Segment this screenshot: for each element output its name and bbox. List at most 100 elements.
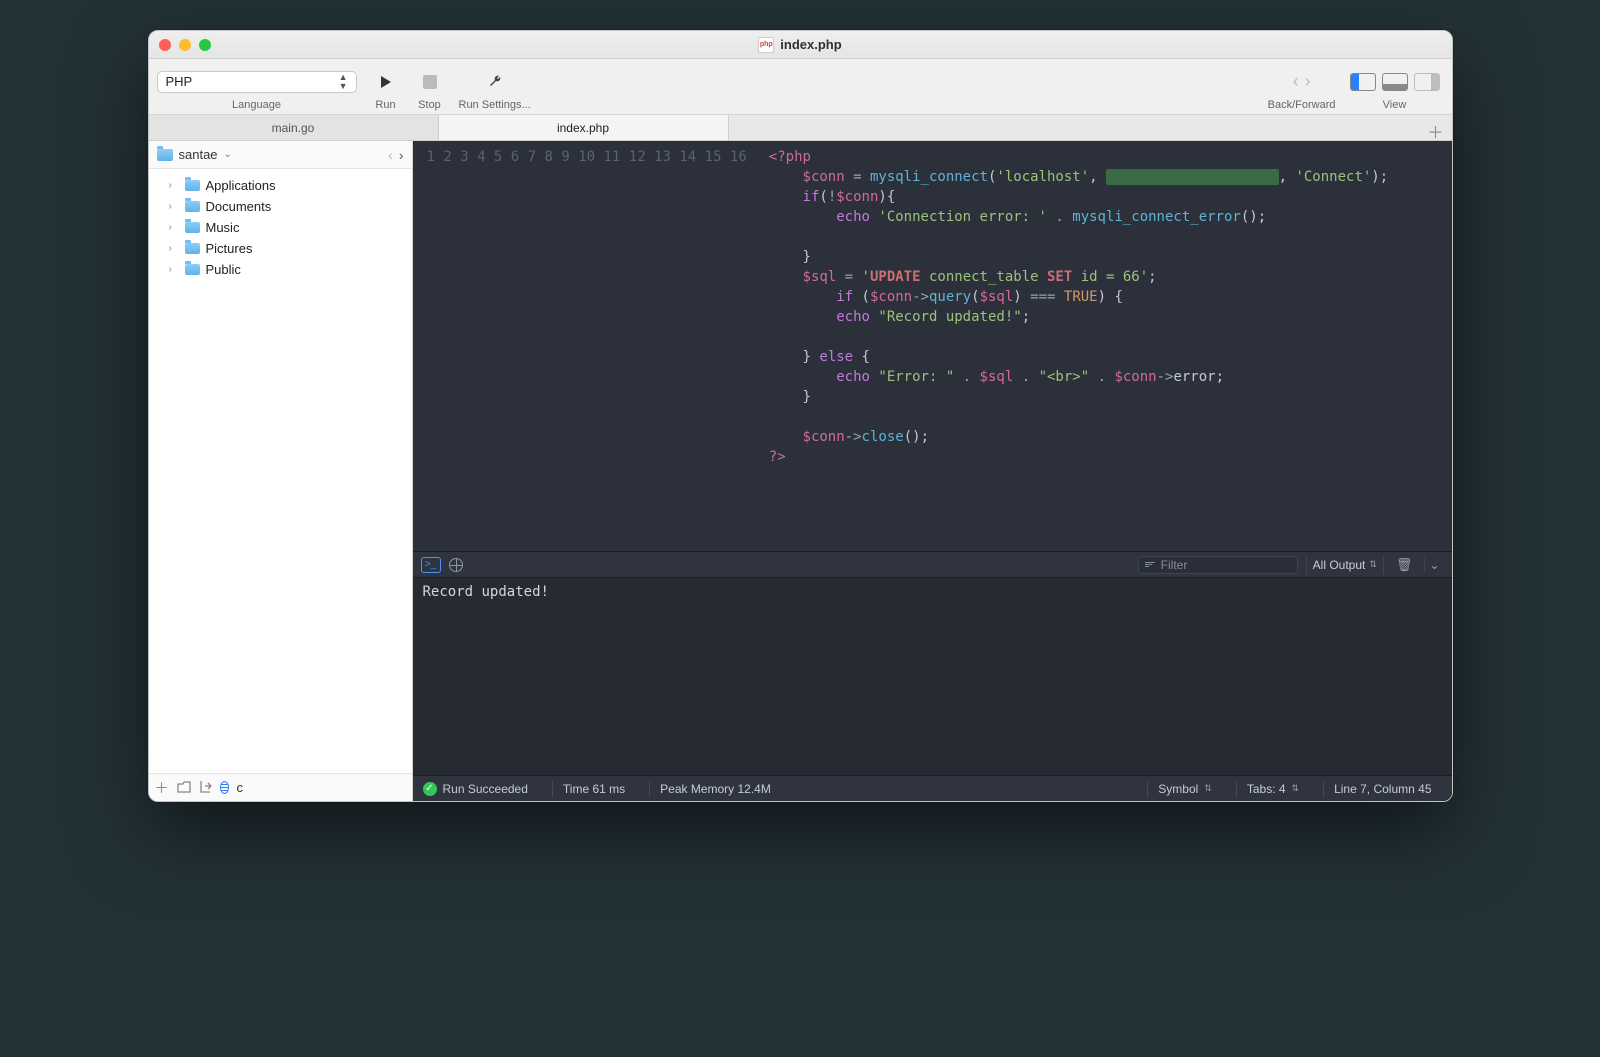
status-tabs-label: Tabs: 4 [1247, 782, 1286, 796]
tab-bar-empty: ＋ [729, 115, 1452, 140]
console-menu-button[interactable]: ⌄ [1424, 558, 1443, 572]
clear-console-button[interactable]: 🗑 [1392, 557, 1417, 573]
run-button[interactable] [371, 67, 401, 97]
folder-icon [185, 264, 200, 275]
web-icon[interactable] [449, 558, 463, 572]
folder-icon [185, 243, 200, 254]
view-toggle[interactable] [1350, 67, 1440, 97]
file-browser-sidebar: santae ⌄ ‹ › › Applications › Documents › Mus… [149, 141, 413, 801]
folder-icon [185, 180, 200, 191]
language-select[interactable]: PHP ▲▼ [157, 71, 357, 93]
forward-icon[interactable]: › [1305, 71, 1311, 92]
sidebar-root-name: santae [179, 147, 218, 162]
sidebar-item-label: Applications [206, 178, 276, 193]
console-output-text: Record updated! [423, 584, 549, 600]
stop-button[interactable] [415, 67, 445, 97]
editor-area: 1 2 3 4 5 6 7 8 9 10 11 12 13 14 15 16 <… [413, 141, 1452, 801]
sidebar-item-label: Documents [206, 199, 272, 214]
tabs-row: main.go index.php ＋ [149, 115, 1452, 141]
chevron-down-icon: ⌄ [224, 149, 232, 160]
php-file-icon: php [758, 37, 774, 53]
close-window-button[interactable] [159, 39, 171, 51]
console-toolbar: >_ Filter All Output ⇅ [413, 552, 1452, 578]
sidebar-footer: ＋ ✕ [149, 773, 412, 801]
status-bar: ✓ Run Succeeded Time 61 ms Peak Memory 1… [413, 775, 1452, 801]
disclosure-icon: › [169, 264, 179, 275]
sidebar-item[interactable]: › Music [149, 217, 412, 238]
language-select-value: PHP [166, 74, 193, 89]
run-settings-button[interactable] [480, 67, 510, 97]
tab-active-file[interactable]: index.php [439, 115, 729, 140]
import-button[interactable] [199, 780, 212, 796]
run-label: Run [375, 99, 395, 111]
add-file-button[interactable]: ＋ [155, 778, 169, 798]
sidebar-item[interactable]: › Pictures [149, 238, 412, 259]
tab-other-file-label: main.go [272, 121, 315, 135]
status-memory: Peak Memory 12.4M [660, 782, 771, 796]
disclosure-icon: › [169, 180, 179, 191]
chevron-updown-icon: ▲▼ [339, 73, 348, 91]
view-right-panel-icon[interactable] [1414, 73, 1440, 91]
new-folder-button[interactable] [177, 780, 191, 796]
new-tab-button[interactable]: ＋ [1427, 119, 1443, 143]
window-title-text: index.php [780, 37, 841, 52]
chevron-updown-icon: ⇅ [1369, 559, 1377, 570]
toolbar: PHP ▲▼ Language Run Stop Run Settings... [149, 59, 1452, 115]
success-icon: ✓ [423, 782, 437, 796]
sidebar-forward-button[interactable]: › [399, 147, 404, 163]
minimize-window-button[interactable] [179, 39, 191, 51]
view-bottom-panel-icon[interactable] [1382, 73, 1408, 91]
stop-icon [423, 75, 437, 89]
console-output-select-value: All Output [1313, 558, 1366, 572]
code-editor[interactable]: 1 2 3 4 5 6 7 8 9 10 11 12 13 14 15 16 <… [413, 141, 1452, 551]
stop-label: Stop [418, 99, 441, 111]
status-symbol-select[interactable]: Symbol ⇅ [1147, 781, 1222, 797]
disclosure-icon: › [169, 243, 179, 254]
play-icon [378, 74, 394, 90]
app-window: php index.php PHP ▲▼ Language Run Stop [148, 30, 1453, 802]
sidebar-item-label: Public [206, 262, 241, 277]
tab-other-file[interactable]: main.go [149, 115, 439, 140]
line-number-gutter: 1 2 3 4 5 6 7 8 9 10 11 12 13 14 15 16 [413, 141, 757, 551]
titlebar: php index.php [149, 31, 1452, 59]
console-filter-placeholder: Filter [1161, 558, 1188, 572]
status-symbol-label: Symbol [1158, 782, 1198, 796]
filter-icon[interactable] [220, 781, 229, 794]
folder-icon [185, 201, 200, 212]
chevron-updown-icon: ⇅ [1204, 783, 1212, 794]
console-output-select[interactable]: All Output ⇅ [1306, 556, 1384, 574]
sidebar-item[interactable]: › Public [149, 259, 412, 280]
wrench-icon [487, 74, 503, 90]
run-settings-label: Run Settings... [459, 99, 531, 111]
code-content[interactable]: <?php $conn = mysqli_connect('localhost'… [757, 141, 1452, 551]
console-panel: >_ Filter All Output ⇅ [413, 551, 1452, 801]
console-output: Record updated! [413, 578, 1452, 775]
status-run: Run Succeeded [443, 782, 528, 796]
sidebar-item[interactable]: › Applications [149, 175, 412, 196]
disclosure-icon: › [169, 201, 179, 212]
sidebar-back-button[interactable]: ‹ [388, 147, 393, 163]
status-cursor: Line 7, Column 45 [1334, 782, 1431, 796]
sidebar-filter-input[interactable] [237, 780, 413, 795]
back-forward-label: Back/Forward [1268, 99, 1336, 111]
sidebar-item-label: Pictures [206, 241, 253, 256]
maximize-window-button[interactable] [199, 39, 211, 51]
back-icon[interactable]: ‹ [1293, 71, 1299, 92]
sidebar-item[interactable]: › Documents [149, 196, 412, 217]
status-tabs-select[interactable]: Tabs: 4 ⇅ [1236, 781, 1309, 797]
status-time: Time 61 ms [563, 782, 625, 796]
folder-icon [185, 222, 200, 233]
home-folder-icon [157, 149, 173, 161]
sidebar-tree: › Applications › Documents › Music › Pictures › P… [149, 169, 412, 773]
window-controls [159, 39, 211, 51]
disclosure-icon: › [169, 222, 179, 233]
console-filter-input[interactable]: Filter [1138, 556, 1298, 574]
language-label: Language [232, 99, 281, 111]
sidebar-breadcrumb[interactable]: santae ⌄ ‹ › [149, 141, 412, 169]
back-forward-buttons[interactable]: ‹ › [1293, 67, 1311, 97]
view-label: View [1383, 99, 1407, 111]
view-left-panel-icon[interactable] [1350, 73, 1376, 91]
window-title: php index.php [149, 37, 1452, 53]
sidebar-item-label: Music [206, 220, 240, 235]
terminal-icon[interactable]: >_ [421, 557, 441, 573]
